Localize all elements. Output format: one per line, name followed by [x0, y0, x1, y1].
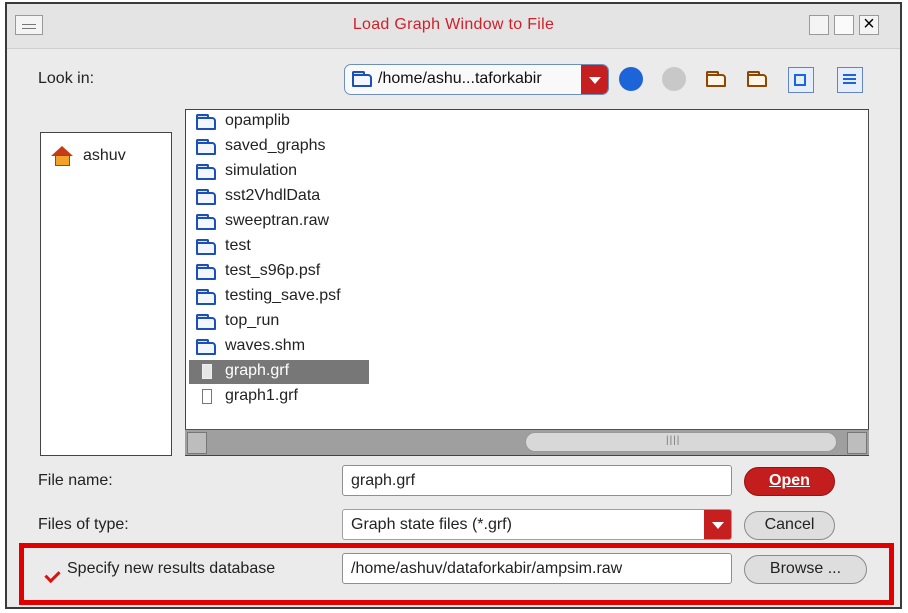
file-list: opamplib saved_graphs simulation sst2Vhd…	[185, 109, 869, 456]
home-icon	[51, 146, 73, 166]
file-label: saved_graphs	[225, 137, 326, 154]
folder-row-sst2vhdldata[interactable]: sst2VhdlData	[189, 185, 369, 209]
scroll-right-button[interactable]	[847, 432, 867, 454]
scrollbar-thumb[interactable]	[525, 432, 837, 452]
folder-row-waves-shm[interactable]: waves.shm	[189, 335, 369, 359]
folder-icon	[196, 289, 216, 305]
folder-icon	[196, 339, 216, 355]
scroll-left-button[interactable]	[187, 432, 207, 454]
folder-row-top-run[interactable]: top_run	[189, 310, 369, 334]
file-name-label: File name:	[38, 472, 113, 489]
list-view-icon[interactable]	[837, 67, 863, 93]
look-in-value: /home/ashu...taforkabir	[378, 70, 542, 87]
cancel-button[interactable]: Cancel	[744, 511, 835, 540]
folder-icon	[196, 314, 216, 330]
file-label: test	[225, 237, 251, 254]
title-bar[interactable]: Load Graph Window to File ×	[7, 4, 900, 49]
places-panel: ashuv	[40, 132, 172, 456]
file-label: testing_save.psf	[225, 287, 341, 304]
folder-icon	[196, 164, 216, 180]
horizontal-scrollbar[interactable]	[185, 429, 869, 455]
file-label: sweeptran.raw	[225, 212, 330, 229]
folder-row-opamplib[interactable]: opamplib	[189, 110, 369, 134]
folder-row-test-s96p[interactable]: test_s96p.psf	[189, 260, 369, 284]
maximize-button[interactable]	[834, 15, 854, 35]
file-row-graph-grf[interactable]: graph.grf	[189, 360, 369, 384]
results-db-input[interactable]: /home/ashuv/dataforkabir/ampsim.raw	[342, 553, 732, 584]
file-label: graph.grf	[225, 362, 290, 379]
folder-icon	[196, 189, 216, 205]
file-label: simulation	[225, 162, 298, 179]
files-of-type-select[interactable]: Graph state files (*.grf)	[342, 509, 732, 540]
folder-icon	[196, 139, 216, 155]
browse-button[interactable]: Browse ...	[744, 555, 867, 584]
load-graph-dialog: Load Graph Window to File × Look in: /ho…	[5, 2, 902, 609]
file-label: graph1.grf	[225, 387, 298, 404]
chevron-down-icon[interactable]	[704, 510, 731, 539]
folder-icon	[352, 71, 372, 87]
file-label: sst2VhdlData	[225, 187, 321, 204]
folder-row-test[interactable]: test	[189, 235, 369, 259]
file-name-input[interactable]: graph.grf	[342, 465, 732, 496]
files-of-type-value: Graph state files (*.grf)	[351, 516, 512, 533]
folder-icon	[196, 214, 216, 230]
chevron-down-icon[interactable]	[581, 65, 608, 94]
folder-row-sweeptran[interactable]: sweeptran.raw	[189, 210, 369, 234]
document-icon	[202, 389, 212, 404]
folder-row-saved-graphs[interactable]: saved_graphs	[189, 135, 369, 159]
look-in-label: Look in:	[38, 70, 95, 87]
home-folder-icon[interactable]	[745, 67, 769, 91]
up-folder-icon[interactable]	[704, 67, 728, 91]
close-button[interactable]: ×	[859, 14, 879, 35]
file-label: test_s96p.psf	[225, 262, 321, 279]
file-label: opamplib	[225, 112, 290, 129]
new-folder-icon[interactable]	[788, 67, 814, 93]
folder-icon	[196, 264, 216, 280]
open-button[interactable]: Open	[744, 467, 835, 496]
look-in-combo[interactable]: /home/ashu...taforkabir	[344, 64, 609, 95]
document-icon	[202, 364, 212, 379]
file-label: top_run	[225, 312, 280, 329]
file-label: waves.shm	[225, 337, 306, 354]
minimize-button[interactable]	[809, 15, 829, 35]
back-icon[interactable]	[619, 67, 643, 91]
results-db-checkbox[interactable]	[46, 568, 63, 584]
forward-icon[interactable]	[662, 67, 686, 91]
file-row-graph1-grf[interactable]: graph1.grf	[189, 385, 369, 409]
place-label: ashuv	[83, 147, 126, 164]
folder-row-testing-save[interactable]: testing_save.psf	[189, 285, 369, 309]
window-title: Load Graph Window to File	[352, 16, 555, 33]
folder-row-simulation[interactable]: simulation	[189, 160, 369, 184]
folder-icon	[196, 239, 216, 255]
files-of-type-label: Files of type:	[38, 516, 129, 533]
folder-icon	[196, 114, 216, 130]
results-db-label: Specify new results database	[67, 560, 276, 577]
